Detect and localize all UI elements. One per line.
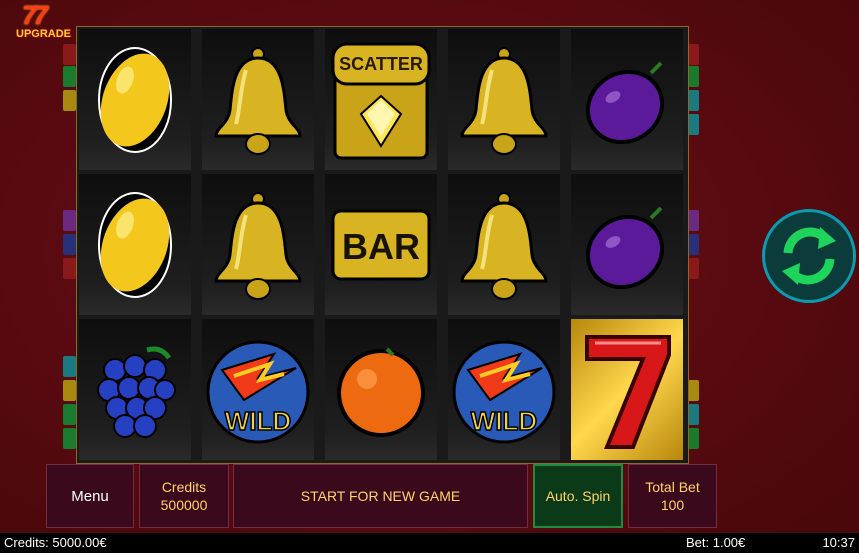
menu-label: Menu [71, 487, 109, 505]
payline-marker [63, 90, 76, 111]
wild-label: WILD [471, 406, 537, 436]
payline-marker [63, 210, 76, 231]
status-bet: Bet: 1.00€ [686, 535, 746, 550]
reel-2: WILD [200, 27, 316, 463]
symbol-lemon [79, 174, 191, 315]
spin-button[interactable] [762, 209, 856, 303]
reel-area: WILD SCATTER BAR WILD [76, 26, 689, 464]
start-label: START FOR NEW GAME [300, 488, 461, 504]
payline-marker [63, 404, 76, 425]
symbol-orange [325, 319, 437, 460]
total-bet-value: 100 [660, 497, 685, 513]
bar-label: BAR [342, 226, 420, 267]
reel-4: WILD [446, 27, 562, 463]
symbol-plum [571, 174, 683, 315]
scatter-label: SCATTER [339, 54, 423, 74]
credits-label: Credits [161, 479, 207, 495]
symbol-plum [571, 29, 683, 170]
reel-5 [569, 27, 685, 463]
wild-label: WILD [225, 406, 291, 436]
reel-1 [77, 27, 193, 463]
symbol-wild: WILD [202, 319, 314, 460]
menu-button[interactable]: Menu [46, 464, 134, 528]
auto-spin-button[interactable]: Auto. Spin [533, 464, 623, 528]
payline-marker [63, 44, 76, 65]
status-credits: Credits: 5000.00€ [4, 535, 107, 550]
refresh-arrows-icon [782, 227, 836, 285]
credits-display: Credits 500000 [139, 464, 229, 528]
symbol-wild: WILD [448, 319, 560, 460]
logo-text: UPGRADE [16, 28, 72, 40]
reel-3: SCATTER BAR [323, 27, 439, 463]
symbol-bell [448, 174, 560, 315]
symbol-scatter: SCATTER [325, 29, 437, 170]
start-new-game-button[interactable]: START FOR NEW GAME [233, 464, 528, 528]
auto-spin-label: Auto. Spin [545, 488, 611, 504]
total-bet-button[interactable]: Total Bet 100 [628, 464, 717, 528]
symbol-lemon [79, 29, 191, 170]
payline-marker [63, 356, 76, 377]
payline-marker [63, 380, 76, 401]
game-logo: 77 UPGRADE [14, 0, 82, 42]
symbol-seven [571, 319, 683, 460]
payline-marker [63, 66, 76, 87]
status-time: 10:37 [822, 535, 855, 550]
total-bet-label: Total Bet [645, 479, 700, 495]
status-bar: Credits: 5000.00€ Bet: 1.00€ 10:37 [0, 533, 859, 553]
payline-marker [63, 428, 76, 449]
symbol-bell [448, 29, 560, 170]
payline-marker [63, 234, 76, 255]
symbol-bell [202, 174, 314, 315]
symbol-bar: BAR [325, 174, 437, 315]
credits-value: 500000 [160, 497, 208, 513]
logo-sevens: 77 [22, 0, 48, 30]
symbol-grapes [79, 319, 191, 460]
payline-marker [63, 258, 76, 279]
symbol-bell [202, 29, 314, 170]
